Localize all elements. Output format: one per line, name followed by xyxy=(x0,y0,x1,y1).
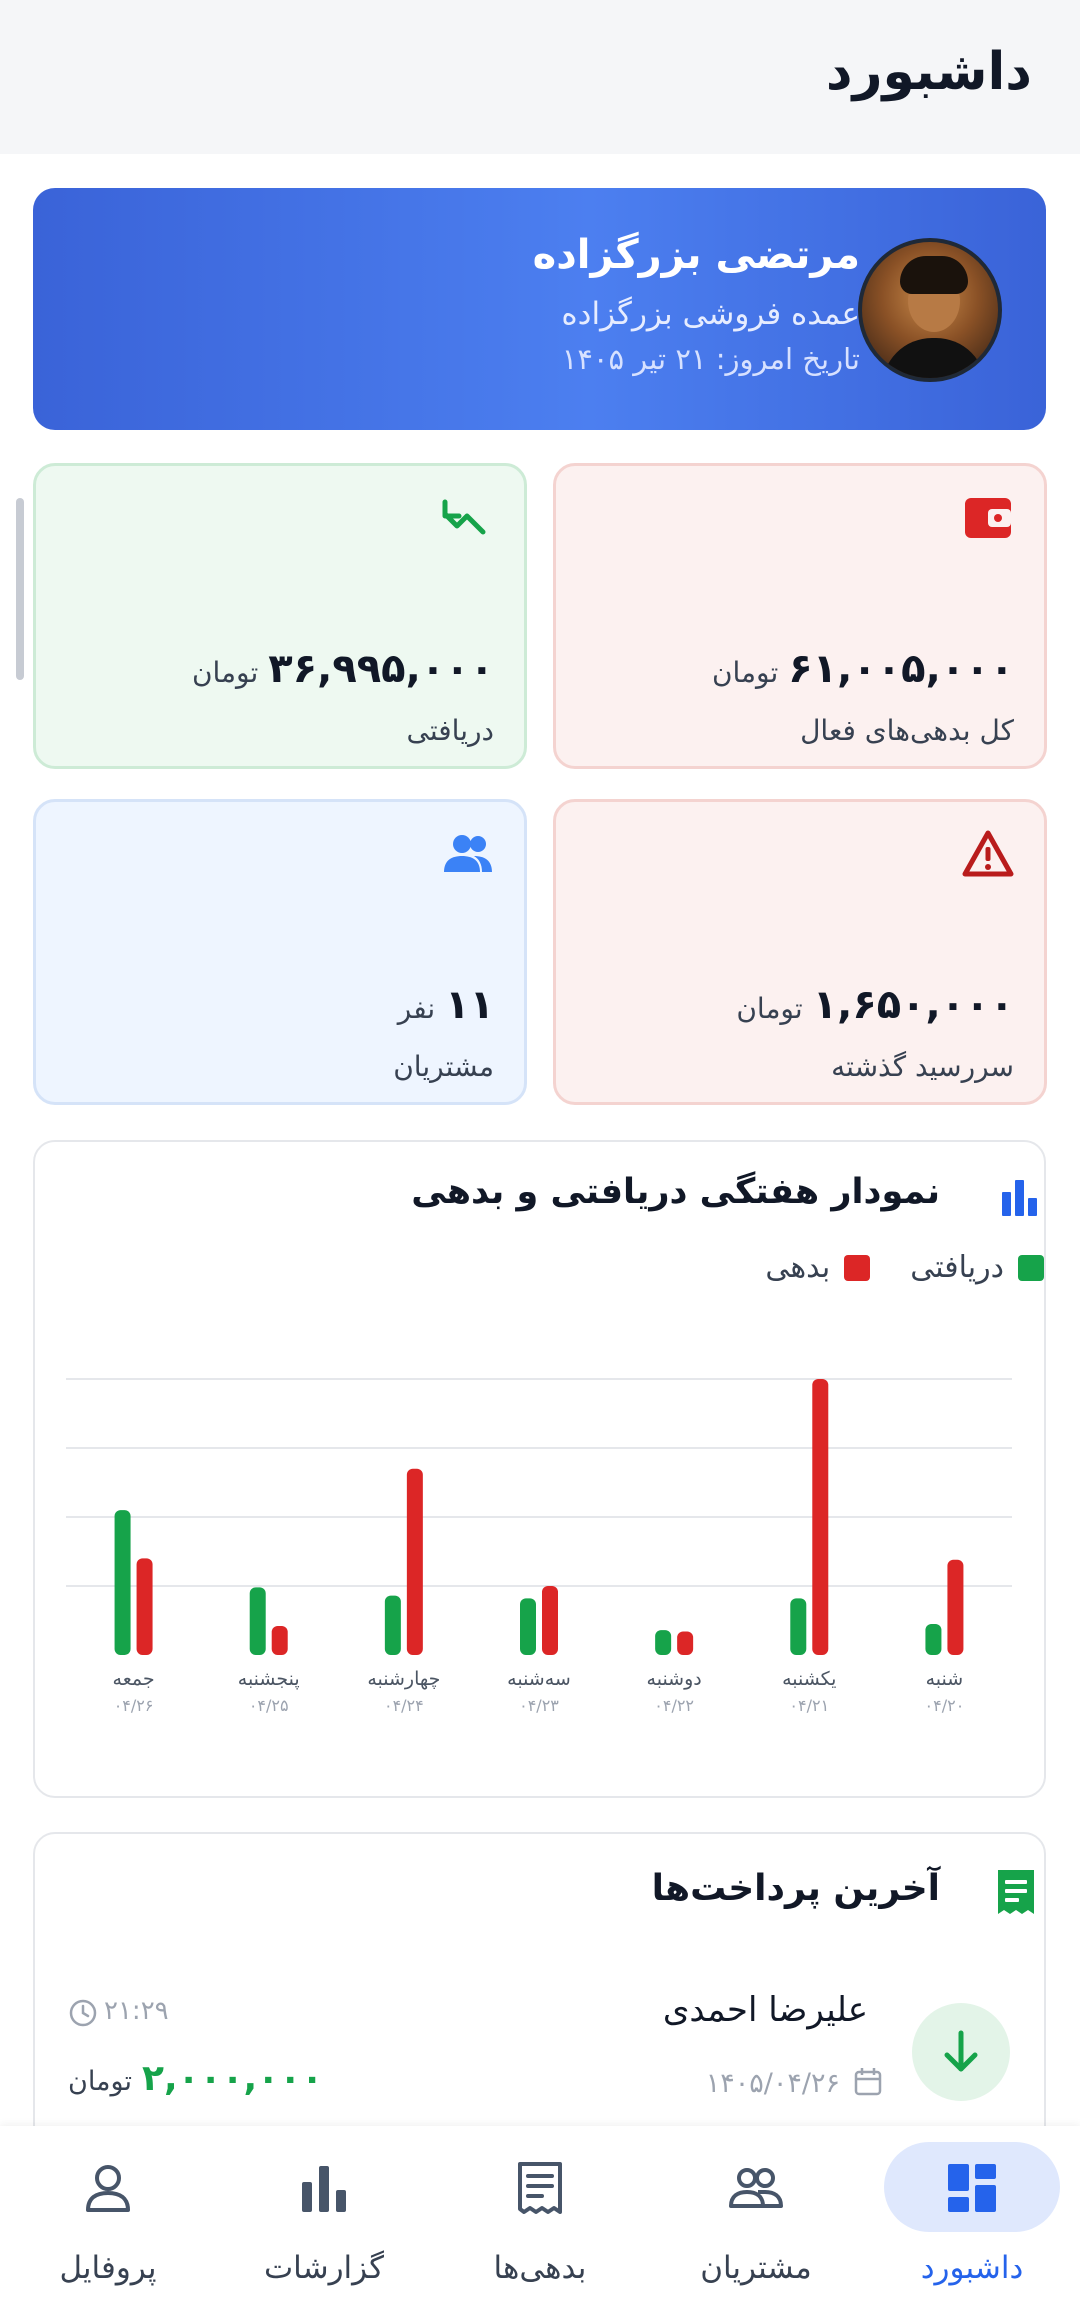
nav-item-profile[interactable]: پروفایل xyxy=(0,2126,216,2308)
scrollbar[interactable] xyxy=(16,498,24,680)
receipt-icon xyxy=(998,1870,1034,1914)
chart-bar-debt[interactable] xyxy=(812,1379,829,1655)
chart-legend: دریافتی بدهی xyxy=(765,1250,1044,1285)
weekly-bar-chart: شنبه ۰۴/۲۰ یکشنبه ۰۴/۲۱ دوشنبه ۰۴/۲۲ سه‌شنبه ۰۴… xyxy=(66,1378,1012,1715)
chart-date-label: ۰۴/۲۵ xyxy=(249,1696,289,1715)
users-icon xyxy=(444,835,492,872)
chart-bar-debt[interactable] xyxy=(947,1559,964,1655)
chart-bar-received[interactable] xyxy=(114,1510,131,1655)
wallet-icon xyxy=(965,498,1011,538)
stat-unit: نفر xyxy=(397,992,436,1025)
person-icon xyxy=(86,2165,130,2212)
payment-time: ۲۱:۲۹ xyxy=(104,1996,169,2026)
stat-value: ۶۱,۰۰۵,۰۰۰ xyxy=(788,646,1014,692)
payment-direction-badge xyxy=(912,2003,1010,2101)
chart-category-label: دوشنبه xyxy=(647,1668,702,1690)
chart-bar-debt[interactable] xyxy=(136,1558,153,1655)
avatar xyxy=(858,238,1002,382)
chart-bar-received[interactable] xyxy=(790,1598,807,1655)
chart-date-label: ۰۴/۲۶ xyxy=(114,1696,154,1715)
chart-date-label: ۰۴/۲۲ xyxy=(654,1696,694,1715)
chart-category-label: پنجشنبه xyxy=(238,1668,300,1690)
chart-bar-debt[interactable] xyxy=(542,1586,558,1655)
chart-category-label: جمعه xyxy=(113,1668,155,1690)
chart-bar-debt[interactable] xyxy=(677,1631,694,1655)
chart-title: نمودار هفتگی دریافتی و بدهی xyxy=(411,1172,940,1212)
profile-card xyxy=(33,188,1046,430)
legend-item-debt: بدهی xyxy=(765,1250,871,1285)
stat-value: ۱,۶۵۰,۰۰۰ xyxy=(812,982,1014,1028)
payments-title: آخرین پرداخت‌ها xyxy=(651,1868,940,1909)
nav-label: داشبورد xyxy=(920,2250,1024,2286)
users-icon xyxy=(729,2168,783,2208)
stat-card-overdue[interactable]: ۱,۶۵۰,۰۰۰ تومان سررسید گذشته xyxy=(553,799,1047,1105)
bar-chart-icon xyxy=(302,2166,346,2212)
app-header: داشبورد xyxy=(0,0,1080,154)
nav-label: بدهی‌ها xyxy=(493,2250,587,2286)
chart-bar-debt[interactable] xyxy=(271,1626,288,1655)
warning-icon xyxy=(962,830,1014,877)
stat-unit: تومان xyxy=(191,656,259,689)
stat-value: ۱۱ xyxy=(445,982,494,1028)
arrow-down-icon xyxy=(944,2030,978,2072)
legend-label-received: دریافتی xyxy=(910,1250,1004,1285)
legend-label-debt: بدهی xyxy=(765,1250,831,1285)
stat-value: ۳۶,۹۹۵,۰۰۰ xyxy=(268,646,494,692)
chart-bar-received[interactable] xyxy=(925,1623,942,1655)
nav-item-dashboard[interactable]: داشبورد xyxy=(864,2126,1080,2308)
nav-label: گزارشات xyxy=(263,2250,385,2286)
chart-bar-received[interactable] xyxy=(655,1630,672,1655)
payment-date: ۱۴۰۵/۰۴/۲۶ xyxy=(705,2068,840,2099)
nav-item-debts[interactable]: بدهی‌ها xyxy=(432,2126,648,2308)
stat-label: سررسید گذشته xyxy=(831,1050,1014,1083)
clock-icon xyxy=(69,1999,97,2027)
bar-chart-icon xyxy=(1002,1180,1037,1216)
stat-label: مشتریان xyxy=(393,1050,494,1083)
legend-item-received: دریافتی xyxy=(910,1250,1044,1285)
calendar-icon xyxy=(854,2068,882,2096)
stat-card-customers[interactable]: ۱۱ نفر مشتریان xyxy=(33,799,527,1105)
nav-label: مشتریان xyxy=(700,2250,812,2286)
profile-shop-name: عمده فروشی بزرگزاده xyxy=(561,296,860,332)
chart-category-label: شنبه xyxy=(926,1668,964,1690)
stat-unit: تومان xyxy=(736,992,803,1025)
stat-label: دریافتی xyxy=(406,714,495,747)
chart-bar-received[interactable] xyxy=(384,1595,401,1655)
receipt-icon xyxy=(518,2162,562,2214)
legend-swatch-received xyxy=(1018,1254,1044,1281)
stat-card-received[interactable]: ۳۶,۹۹۵,۰۰۰ تومان دریافتی xyxy=(33,463,527,769)
payment-amount: ۲,۰۰۰,۰۰۰ تومان xyxy=(68,2058,323,2099)
chart-date-label: ۰۴/۲۱ xyxy=(789,1696,829,1715)
chart-category-label: سه‌شنبه xyxy=(507,1668,571,1690)
nav-item-reports[interactable]: گزارشات xyxy=(216,2126,432,2308)
stat-label: کل بدهی‌های فعال xyxy=(800,714,1014,747)
chart-date-label: ۰۴/۲۰ xyxy=(925,1696,965,1715)
chart-bar-debt[interactable] xyxy=(406,1468,423,1655)
trending-up-icon xyxy=(442,499,486,535)
chart-category-label: یکشنبه xyxy=(782,1668,836,1690)
profile-name: مرتضی بزرگزاده xyxy=(532,232,860,278)
page-title: داشبورد xyxy=(825,42,1032,102)
chart-bar-received[interactable] xyxy=(249,1587,266,1655)
nav-label: پروفایل xyxy=(59,2250,157,2286)
legend-swatch-debt xyxy=(844,1254,871,1281)
chart-bar-received[interactable] xyxy=(520,1598,536,1655)
payment-amount-unit: تومان xyxy=(68,2066,132,2097)
payment-customer-name[interactable]: علیرضا احمدی xyxy=(663,1990,868,2030)
chart-category-label: چهارشنبه xyxy=(367,1668,440,1690)
bottom-navigation: داشبورد مشتریان بدهی‌ها گزارشات xyxy=(0,2126,1080,2308)
stat-card-active-debt[interactable]: ۶۱,۰۰۵,۰۰۰ تومان کل بدهی‌های فعال xyxy=(553,463,1047,769)
payment-amount-value: ۲,۰۰۰,۰۰۰ xyxy=(141,2058,324,2099)
chart-date-label: ۰۴/۲۴ xyxy=(384,1696,424,1715)
stat-unit: تومان xyxy=(711,656,779,689)
chart-date-label: ۰۴/۲۳ xyxy=(519,1696,559,1715)
dashboard-icon xyxy=(948,2164,996,2212)
nav-item-customers[interactable]: مشتریان xyxy=(648,2126,864,2308)
profile-date: تاریخ امروز: ۲۱ تیر ۱۴۰۵ xyxy=(561,342,860,376)
